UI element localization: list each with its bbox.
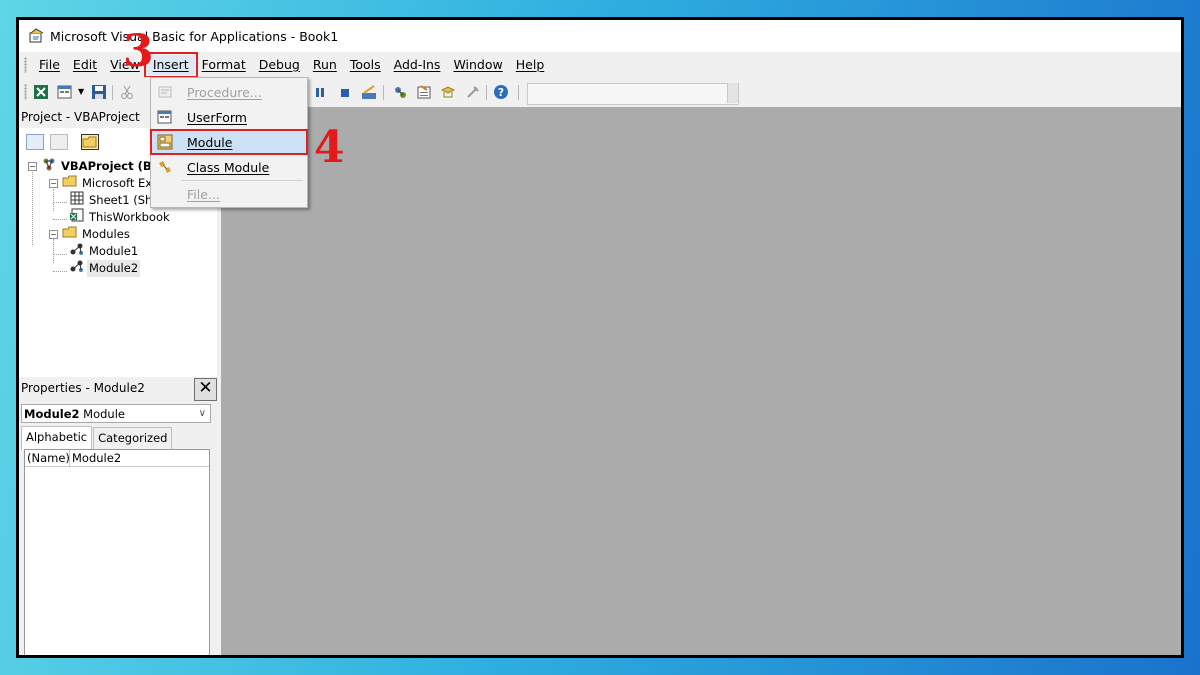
excel-view-icon[interactable] xyxy=(33,84,49,100)
properties-grid: (Name) Module2 xyxy=(24,449,210,655)
toolbar-separator xyxy=(112,85,113,100)
step-3-annotation: 3 xyxy=(123,26,154,77)
reset-icon[interactable] xyxy=(337,84,353,100)
menu-item-procedure[interactable]: Procedure... xyxy=(151,80,307,104)
tree-label: ThisWorkbook xyxy=(89,210,170,224)
object-name: Module2 xyxy=(24,407,80,421)
chevron-down-icon[interactable]: ▼ xyxy=(78,87,84,96)
tab-alphabetic[interactable]: Alphabetic xyxy=(21,426,93,450)
chevron-down-icon[interactable]: ∨ xyxy=(199,405,206,423)
tree-label: Modules xyxy=(82,227,130,241)
cut-icon[interactable] xyxy=(119,84,135,100)
code-workspace[interactable] xyxy=(221,107,1181,655)
toolbox-icon[interactable] xyxy=(465,84,481,100)
collapse-icon[interactable]: − xyxy=(28,162,37,171)
close-icon[interactable]: ✕ xyxy=(194,378,217,401)
menu-item-label: File... xyxy=(187,186,220,202)
project-explorer-icon[interactable] xyxy=(392,84,408,100)
tree-label: Module2 xyxy=(87,260,141,277)
class-module-icon xyxy=(157,159,173,175)
object-selector[interactable]: Module2 Module ∨ xyxy=(21,404,211,423)
tree-node-modules[interactable]: − Modules xyxy=(49,226,130,243)
menu-tools[interactable]: Tools xyxy=(344,55,387,75)
window-title: Microsoft Visual Basic for Applications … xyxy=(50,28,339,44)
toolbar-separator xyxy=(383,85,384,100)
vba-editor-window: Microsoft Visual Basic for Applications … xyxy=(16,17,1184,658)
module-icon xyxy=(69,258,85,279)
menu-item-module[interactable]: Module xyxy=(150,129,308,155)
userform-icon xyxy=(157,109,173,125)
vbaproject-icon xyxy=(41,156,57,177)
tree-label: VBAProject (B xyxy=(61,159,152,173)
vba-app-icon xyxy=(28,28,44,44)
menu-insert[interactable]: Insert xyxy=(143,51,198,78)
collapse-icon[interactable]: − xyxy=(49,179,58,188)
view-object-icon[interactable] xyxy=(50,134,68,150)
menu-file[interactable]: File xyxy=(33,55,66,75)
tree-label: Module1 xyxy=(89,244,139,258)
menu-item-label: Class Module xyxy=(187,159,270,175)
tree-node-vbaproject[interactable]: − VBAProject (B xyxy=(28,158,152,175)
svg-text:?: ? xyxy=(498,86,504,99)
menu-item-label: Procedure... xyxy=(187,84,262,100)
toolbar-options-button[interactable] xyxy=(727,83,738,103)
tree-node-thisworkbook[interactable]: ThisWorkbook xyxy=(69,208,170,226)
properties-window: Properties - Module2 ✕ Module2 Module ∨ … xyxy=(19,377,221,655)
properties-title: Properties - Module2 xyxy=(21,381,145,395)
toolbar-separator xyxy=(518,85,519,100)
tree-node-module2[interactable]: Module2 xyxy=(69,258,141,279)
toggle-folders-icon[interactable] xyxy=(81,134,99,150)
tree-label: Microsoft Ex xyxy=(82,176,153,190)
properties-window-icon[interactable] xyxy=(416,84,432,100)
menu-item-label: Module xyxy=(187,134,233,150)
menu-item-label: UserForm xyxy=(187,109,247,125)
toolbar-grip[interactable] xyxy=(24,84,27,100)
help-icon[interactable]: ? xyxy=(493,84,509,100)
design-mode-icon[interactable] xyxy=(361,84,377,100)
save-icon[interactable] xyxy=(91,84,107,100)
tab-categorized[interactable]: Categorized xyxy=(93,427,173,449)
tree-node-microsoft-excel-objects[interactable]: − Microsoft Ex xyxy=(49,175,152,192)
object-type: Module xyxy=(83,407,125,421)
menu-item-userform[interactable]: UserForm xyxy=(151,105,307,129)
menubar-grip[interactable] xyxy=(24,56,27,73)
menu-bar: File Edit View Insert Format Debug Run T… xyxy=(19,51,1181,78)
menu-separator xyxy=(181,180,303,181)
menu-edit[interactable]: Edit xyxy=(67,55,103,75)
menu-debug[interactable]: Debug xyxy=(253,55,306,75)
menu-run[interactable]: Run xyxy=(307,55,343,75)
title-bar: Microsoft Visual Basic for Applications … xyxy=(19,20,1181,52)
insert-userform-icon[interactable] xyxy=(57,84,73,100)
properties-title-bar: Properties - Module2 ✕ xyxy=(19,377,217,401)
property-value[interactable]: Module2 xyxy=(70,450,121,466)
toolbar-separator xyxy=(486,85,487,100)
insert-dropdown-menu: Procedure... UserForm Module Class Modul… xyxy=(150,77,308,208)
menu-format[interactable]: Format xyxy=(196,55,252,75)
menu-help[interactable]: Help xyxy=(510,55,551,75)
object-browser-icon[interactable] xyxy=(440,84,456,100)
toolbar-position-field xyxy=(527,83,739,105)
property-key: (Name) xyxy=(27,450,70,466)
step-4-annotation: 4 xyxy=(314,122,345,173)
menu-add-ins[interactable]: Add-Ins xyxy=(388,55,447,75)
menu-item-class-module[interactable]: Class Module xyxy=(151,155,307,179)
module-icon xyxy=(157,134,173,150)
property-row[interactable]: (Name) Module2 xyxy=(25,450,209,467)
collapse-icon[interactable]: − xyxy=(49,230,58,239)
view-code-icon[interactable] xyxy=(26,134,44,150)
properties-tabs: Alphabetic Categorized xyxy=(21,426,173,450)
menu-item-file[interactable]: File... xyxy=(151,182,307,206)
procedure-icon xyxy=(157,84,173,100)
menu-window[interactable]: Window xyxy=(447,55,508,75)
break-icon[interactable] xyxy=(312,84,328,100)
